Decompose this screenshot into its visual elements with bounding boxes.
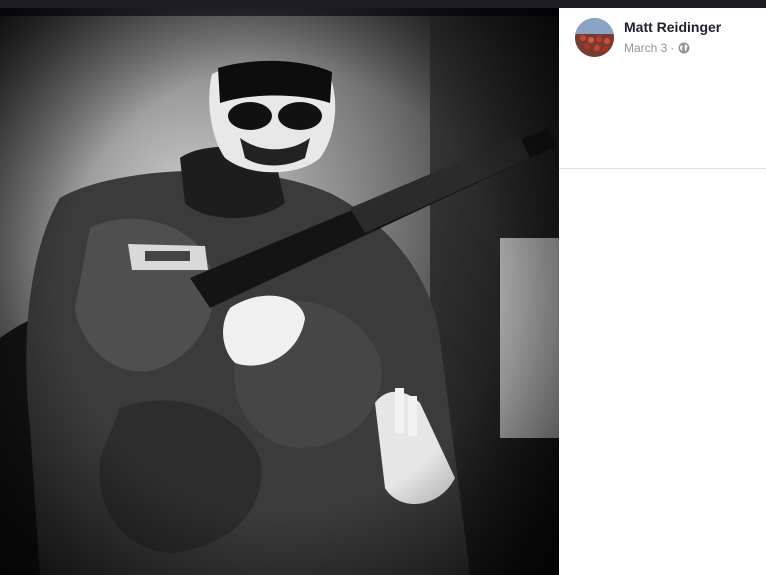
viewer-top-bar [0, 0, 766, 8]
post-date[interactable]: March 3 [624, 41, 667, 55]
facebook-photo-viewer: Matt Reidinger March 3 · [0, 0, 766, 575]
post-photo-image [0, 8, 559, 575]
post-meta: March 3 · [624, 41, 690, 55]
avatar-image [575, 18, 614, 57]
post-photo[interactable] [0, 8, 559, 575]
author-name[interactable]: Matt Reidinger [624, 19, 721, 35]
post-header: Matt Reidinger March 3 · [575, 18, 765, 58]
post-sidebar: Matt Reidinger March 3 · [559, 8, 766, 575]
author-avatar[interactable] [575, 18, 614, 57]
header-divider [559, 168, 766, 169]
meta-separator: · [670, 41, 675, 55]
globe-icon[interactable] [678, 42, 690, 54]
